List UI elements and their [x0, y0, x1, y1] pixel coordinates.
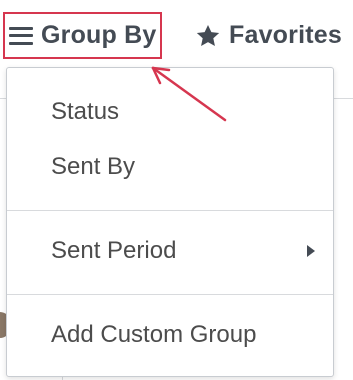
- favorites-button[interactable]: Favorites: [195, 12, 342, 59]
- menu-item-label: Sent By: [51, 153, 136, 180]
- favorites-label: Favorites: [229, 21, 342, 49]
- group-by-label: Group By: [41, 21, 157, 49]
- menu-item-add-custom-group[interactable]: Add Custom Group: [7, 310, 333, 360]
- group-by-dropdown: Status Sent By Sent Period Add Custom Gr…: [6, 67, 334, 377]
- group-by-button[interactable]: Group By: [3, 12, 162, 59]
- menu-item-label: Add Custom Group: [51, 321, 257, 348]
- menu-item-sent-by[interactable]: Sent By: [7, 142, 333, 192]
- menu-item-sent-period[interactable]: Sent Period: [7, 226, 333, 276]
- star-icon: [196, 24, 220, 46]
- menu-item-label: Sent Period: [51, 237, 177, 264]
- hamburger-icon: [9, 26, 33, 45]
- caret-right-icon: [307, 245, 315, 257]
- menu-divider: [7, 210, 333, 211]
- menu-item-label: Status: [51, 98, 120, 125]
- menu-item-status[interactable]: Status: [7, 87, 333, 137]
- menu-divider: [7, 294, 333, 295]
